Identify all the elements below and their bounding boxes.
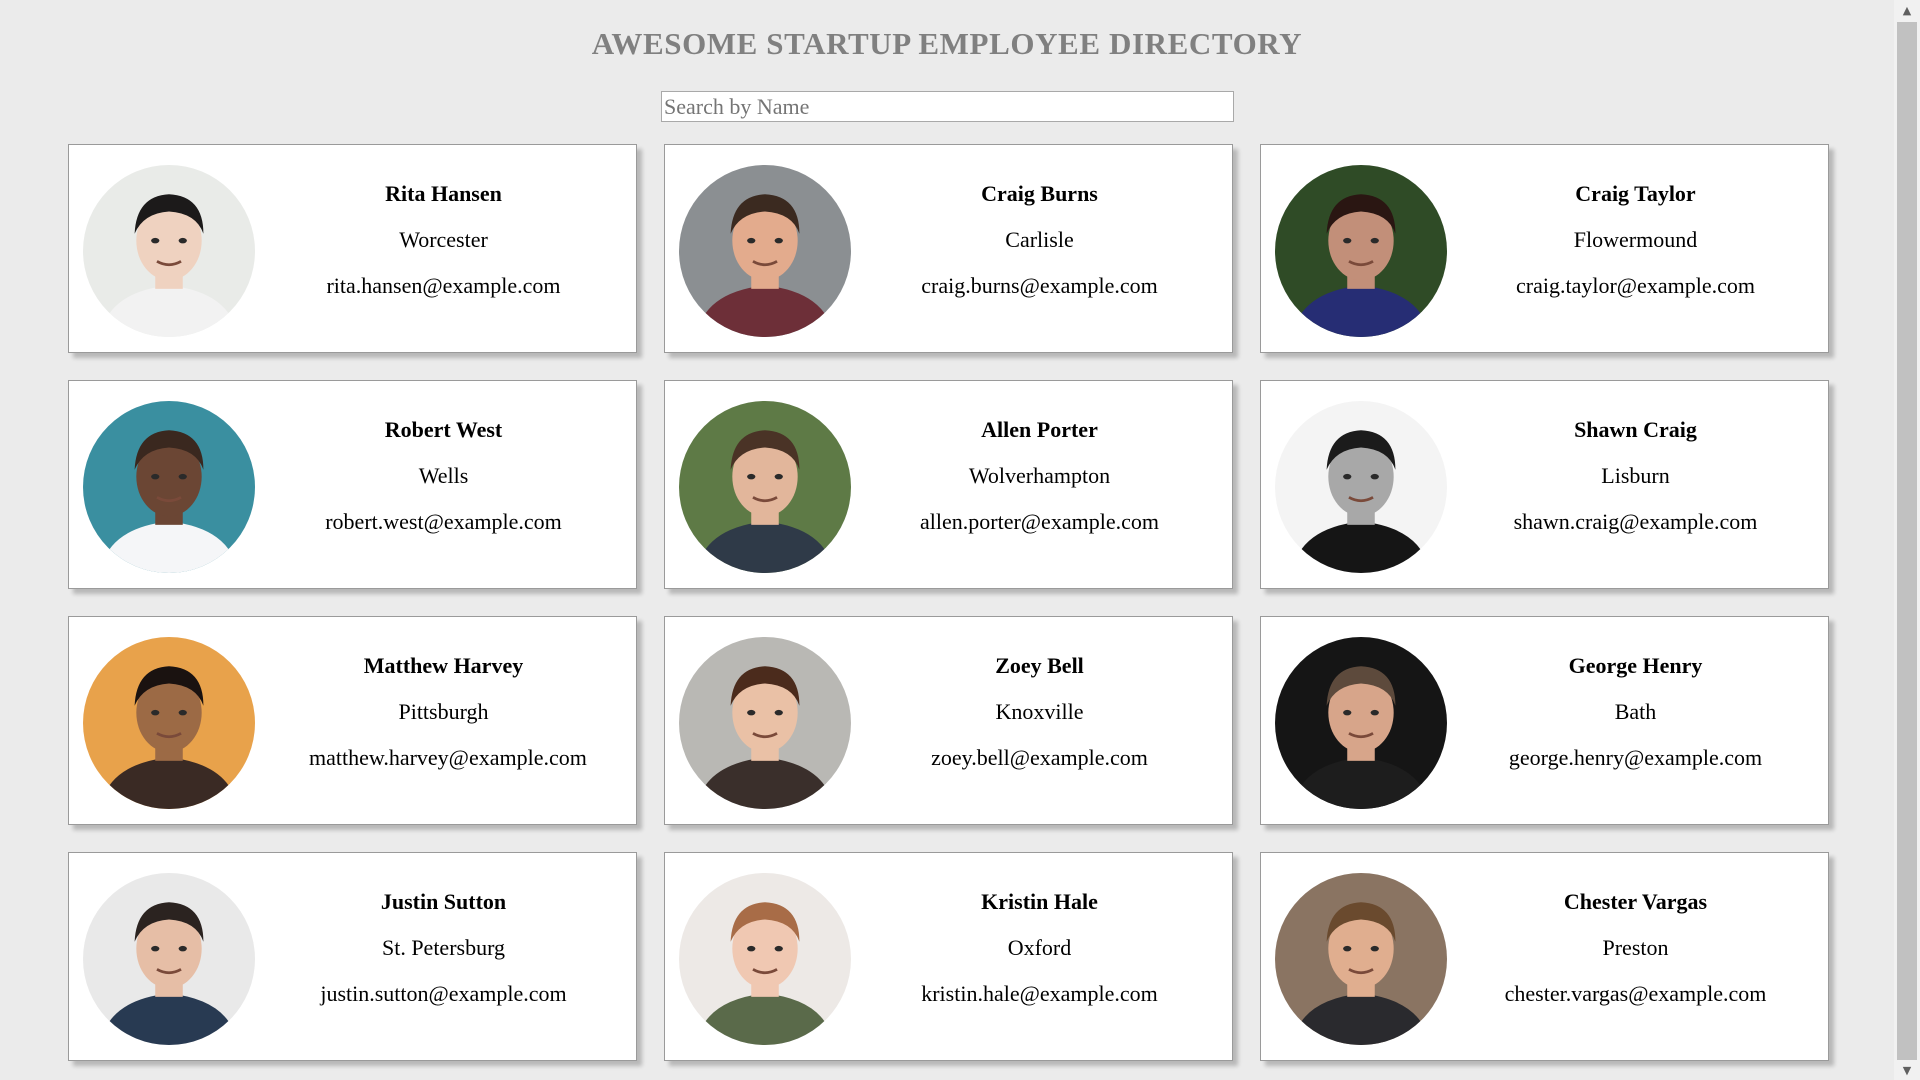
employee-avatar <box>679 873 851 1045</box>
employee-directory-page: AWESOME STARTUP EMPLOYEE DIRECTORY Rita … <box>0 0 1920 1080</box>
employee-info: Matthew Harvey Pittsburgh matthew.harvey@e… <box>309 643 587 781</box>
employee-email: craig.taylor@example.com <box>1516 273 1755 298</box>
employee-email: matthew.harvey@example.com <box>309 745 587 770</box>
employee-city: Knoxville <box>995 699 1084 724</box>
employee-city: Bath <box>1614 699 1657 724</box>
employee-avatar <box>1275 401 1447 573</box>
person-photo-icon <box>83 165 255 337</box>
search-input[interactable] <box>661 91 1234 122</box>
employee-city: Worcester <box>399 227 488 252</box>
scrollbar[interactable]: ▲ ▼ <box>1894 0 1920 1080</box>
employee-name: Chester Vargas <box>1563 889 1708 914</box>
person-photo-icon <box>83 873 255 1045</box>
employee-email: kristin.hale@example.com <box>921 981 1158 1006</box>
employee-email: zoey.bell@example.com <box>931 745 1148 770</box>
employee-name: Rita Hansen <box>385 181 502 206</box>
scroll-up-arrow-icon[interactable]: ▲ <box>1894 0 1920 20</box>
employee-card[interactable]: George Henry Bath george.henry@example.com <box>1260 616 1829 825</box>
employee-email: chester.vargas@example.com <box>1504 981 1767 1006</box>
person-photo-icon <box>679 165 851 337</box>
employee-card[interactable]: Justin Sutton St. Petersburg justin.sutton… <box>68 852 637 1061</box>
employee-email: george.henry@example.com <box>1508 745 1763 770</box>
person-photo-icon <box>1275 401 1447 573</box>
person-photo-icon <box>1275 637 1447 809</box>
employee-name: Kristin Hale <box>981 889 1098 914</box>
employee-card[interactable]: Craig Taylor Flowermound craig.taylor@exam… <box>1260 144 1829 353</box>
employee-city: Pittsburgh <box>398 699 489 724</box>
employee-email: rita.hansen@example.com <box>326 273 561 298</box>
employee-card[interactable]: Allen Porter Wolverhampton allen.porter@ex… <box>664 380 1233 589</box>
employee-info: Craig Burns Carlisle craig.burns@example.c… <box>905 171 1174 309</box>
employee-city: Oxford <box>1007 935 1072 960</box>
employee-card[interactable]: Craig Burns Carlisle craig.burns@example.c… <box>664 144 1233 353</box>
employee-info: Craig Taylor Flowermound craig.taylor@exam… <box>1501 171 1770 309</box>
employee-name: George Henry <box>1568 653 1703 678</box>
person-photo-icon <box>679 637 851 809</box>
employee-city: Lisburn <box>1601 463 1670 488</box>
employee-info: Robert West Wells robert.west@example.com <box>309 407 578 545</box>
employee-avatar <box>1275 165 1447 337</box>
employee-email: craig.burns@example.com <box>921 273 1158 298</box>
scroll-down-arrow-icon[interactable]: ▼ <box>1894 1060 1920 1080</box>
employee-info: Chester Vargas Preston chester.vargas@exam… <box>1501 879 1770 1017</box>
employee-email: shawn.craig@example.com <box>1513 509 1758 534</box>
employee-email: justin.sutton@example.com <box>320 981 567 1006</box>
employee-info: Shawn Craig Lisburn shawn.craig@example.co… <box>1501 407 1770 545</box>
employee-card[interactable]: Matthew Harvey Pittsburgh matthew.harvey@e… <box>68 616 637 825</box>
employee-avatar <box>679 637 851 809</box>
person-photo-icon <box>1275 165 1447 337</box>
employee-avatar <box>679 401 851 573</box>
employee-info: Zoey Bell Knoxville zoey.bell@example.com <box>905 643 1174 781</box>
employee-avatar <box>1275 637 1447 809</box>
employee-info: Justin Sutton St. Petersburg justin.sutton… <box>309 879 578 1017</box>
employee-email: allen.porter@example.com <box>920 509 1159 534</box>
employee-avatar <box>83 873 255 1045</box>
employee-city: St. Petersburg <box>381 935 506 960</box>
employee-city: Carlisle <box>1005 227 1074 252</box>
employee-name: Matthew Harvey <box>363 653 524 678</box>
employee-avatar <box>679 165 851 337</box>
employee-name: Craig Burns <box>981 181 1098 206</box>
employee-card[interactable]: Shawn Craig Lisburn shawn.craig@example.co… <box>1260 380 1829 589</box>
employee-card[interactable]: Zoey Bell Knoxville zoey.bell@example.com <box>664 616 1233 825</box>
employee-avatar <box>1275 873 1447 1045</box>
person-photo-icon <box>679 401 851 573</box>
employee-avatar <box>83 401 255 573</box>
employee-avatar <box>83 637 255 809</box>
person-photo-icon <box>679 873 851 1045</box>
employee-info: Kristin Hale Oxford kristin.hale@example.c… <box>905 879 1174 1017</box>
employee-card[interactable]: Chester Vargas Preston chester.vargas@exam… <box>1260 852 1829 1061</box>
employee-name: Zoey Bell <box>995 653 1084 678</box>
employee-info: Rita Hansen Worcester rita.hansen@example.… <box>309 171 578 309</box>
employee-city: Wolverhampton <box>968 463 1111 488</box>
employee-grid: Rita Hansen Worcester rita.hansen@example.… <box>68 144 1829 1061</box>
employee-name: Robert West <box>384 417 503 442</box>
employee-city: Flowermound <box>1573 227 1698 252</box>
employee-card[interactable]: Rita Hansen Worcester rita.hansen@example.… <box>68 144 637 353</box>
employee-info: Allen Porter Wolverhampton allen.porter@ex… <box>905 407 1174 545</box>
employee-info: George Henry Bath george.henry@example.com <box>1501 643 1770 781</box>
employee-name: Craig Taylor <box>1575 181 1696 206</box>
employee-city: Wells <box>418 463 469 488</box>
person-photo-icon <box>83 637 255 809</box>
employee-name: Justin Sutton <box>380 889 507 914</box>
employee-card[interactable]: Kristin Hale Oxford kristin.hale@example.c… <box>664 852 1233 1061</box>
employee-card[interactable]: Robert West Wells robert.west@example.com <box>68 380 637 589</box>
employee-city: Preston <box>1602 935 1669 960</box>
employee-email: robert.west@example.com <box>325 509 562 534</box>
employee-name: Shawn Craig <box>1574 417 1697 442</box>
employee-avatar <box>83 165 255 337</box>
page-title: AWESOME STARTUP EMPLOYEE DIRECTORY <box>591 26 1303 61</box>
employee-name: Allen Porter <box>981 417 1098 442</box>
person-photo-icon <box>83 401 255 573</box>
person-photo-icon <box>1275 873 1447 1045</box>
scrollbar-thumb[interactable] <box>1897 22 1917 1060</box>
